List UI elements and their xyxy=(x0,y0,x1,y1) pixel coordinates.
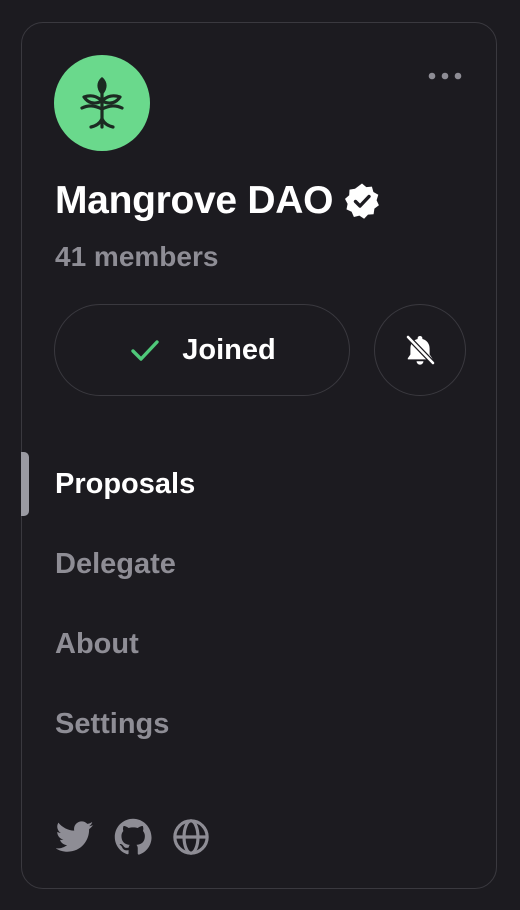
nav-item-about[interactable]: About xyxy=(55,627,139,661)
nav-item-proposals[interactable]: Proposals xyxy=(55,467,195,501)
community-name: Mangrove DAO xyxy=(55,179,334,222)
social-links xyxy=(55,817,229,857)
joined-button[interactable]: Joined xyxy=(54,304,350,396)
community-avatar xyxy=(54,55,150,151)
active-nav-indicator xyxy=(21,452,29,516)
github-icon[interactable] xyxy=(113,817,153,857)
more-horizontal-icon xyxy=(428,72,462,80)
check-icon xyxy=(128,333,162,367)
joined-label: Joined xyxy=(182,334,276,366)
community-title-row: Mangrove DAO xyxy=(55,179,381,223)
verified-badge-icon xyxy=(343,182,381,220)
nav-item-delegate[interactable]: Delegate xyxy=(55,547,176,581)
mangrove-tree-icon xyxy=(80,77,124,129)
more-options-button[interactable] xyxy=(425,63,465,89)
member-count: 41 members xyxy=(55,241,219,272)
notifications-toggle-button[interactable] xyxy=(374,304,466,396)
nav-item-settings[interactable]: Settings xyxy=(55,707,169,741)
community-card: Mangrove DAO 41 members Joined Proposals… xyxy=(21,22,497,889)
twitter-icon[interactable] xyxy=(55,817,95,857)
bell-off-icon xyxy=(405,334,436,366)
globe-icon[interactable] xyxy=(171,817,211,857)
